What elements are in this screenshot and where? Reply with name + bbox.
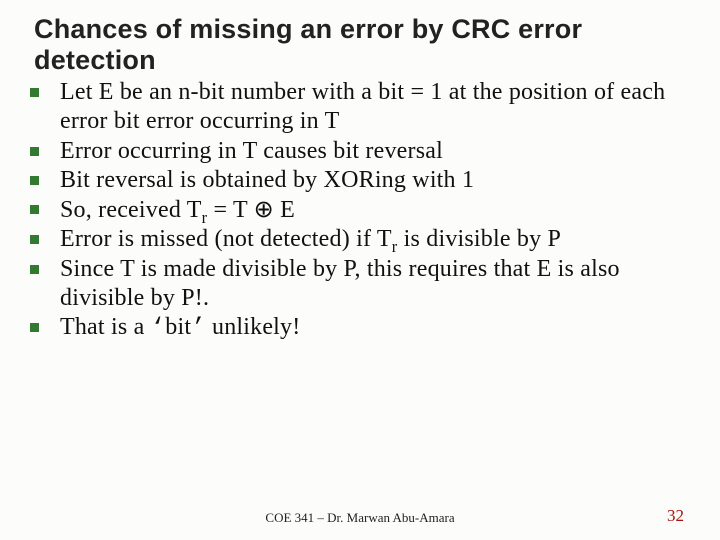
bullet-square-icon [30,265,39,274]
bullet-square-icon [30,323,39,332]
bullet-text: Error is missed (not detected) if Tr is … [60,226,561,252]
bullet-square-icon [30,235,39,244]
page-number: 32 [667,506,684,526]
slide-title: Chances of missing an error by CRC error… [34,14,692,76]
bullet-item: That is a ‘bit’ unlikely! [30,313,692,343]
bullet-square-icon [30,205,39,214]
slide: Chances of missing an error by CRC error… [0,0,720,540]
bullet-text: Since T is made divisible by P, this req… [60,256,620,311]
footer-center-text: COE 341 – Dr. Marwan Abu-Amara [0,510,720,526]
bullet-item: Since T is made divisible by P, this req… [30,255,692,314]
bullet-item: Error is missed (not detected) if Tr is … [30,225,692,254]
bullet-item: So, received Tr = T ⊕ E [30,195,692,225]
bullet-text: That is a ‘bit’ unlikely! [60,314,300,340]
bullet-list: Let E be an n-bit number with a bit = 1 … [28,78,692,343]
slide-footer: COE 341 – Dr. Marwan Abu-Amara 32 [0,510,720,526]
bullet-item: Bit reversal is obtained by XORing with … [30,166,692,195]
bullet-item: Let E be an n-bit number with a bit = 1 … [30,78,692,137]
bullet-square-icon [30,147,39,156]
bullet-text: Let E be an n-bit number with a bit = 1 … [60,79,665,134]
bullet-item: Error occurring in T causes bit reversal [30,137,692,166]
bullet-square-icon [30,176,39,185]
bullet-text: Error occurring in T causes bit reversal [60,138,443,164]
bullet-square-icon [30,88,39,97]
bullet-text: So, received Tr = T ⊕ E [60,197,295,223]
bullet-text: Bit reversal is obtained by XORing with … [60,167,474,193]
